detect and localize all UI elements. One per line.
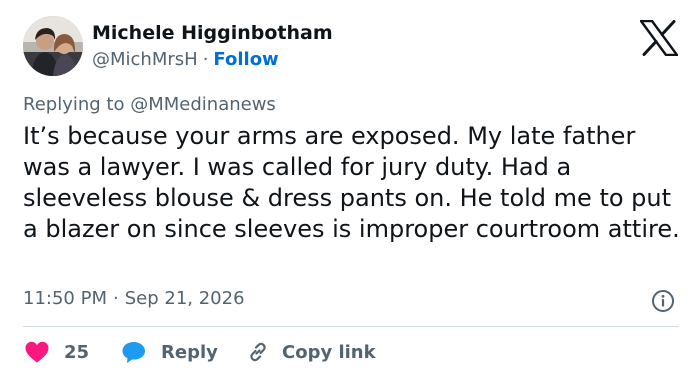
copy-link-button[interactable]: Copy link	[246, 339, 376, 365]
like-button[interactable]: 25	[24, 339, 89, 365]
tweet-time: 11:50 PM	[23, 288, 107, 309]
author-handle[interactable]: @MichMrsH	[92, 49, 198, 70]
tweet-text: It’s because your arms are exposed. My l…	[23, 122, 680, 243]
reply-button[interactable]: Reply	[121, 339, 218, 365]
replying-prefix: Replying to	[23, 94, 125, 115]
reply-label: Reply	[161, 341, 218, 363]
tweet-date: Sep 21, 2026	[124, 288, 245, 309]
author-name[interactable]: Michele Higginbotham	[92, 22, 333, 44]
info-icon[interactable]	[651, 289, 675, 313]
handle-separator: ·	[202, 49, 209, 70]
avatar[interactable]	[23, 16, 83, 76]
link-icon	[250, 342, 266, 362]
like-count: 25	[64, 341, 90, 363]
time-separator: ·	[112, 288, 119, 309]
tweet-timestamp[interactable]: 11:50 PM · Sep 21, 2026	[23, 288, 245, 309]
author-handle-row: @MichMrsH · Follow	[92, 49, 279, 70]
heart-icon	[25, 341, 49, 363]
replying-mention[interactable]: @MMedinanews	[130, 94, 276, 115]
avatar-photo-icon	[23, 16, 83, 76]
replying-to: Replying to @MMedinanews	[23, 94, 276, 115]
follow-button[interactable]: Follow	[213, 49, 278, 70]
divider	[23, 326, 679, 327]
reply-bubble-icon	[122, 342, 145, 363]
copy-link-label: Copy link	[282, 341, 376, 363]
x-logo-icon[interactable]	[640, 20, 678, 56]
